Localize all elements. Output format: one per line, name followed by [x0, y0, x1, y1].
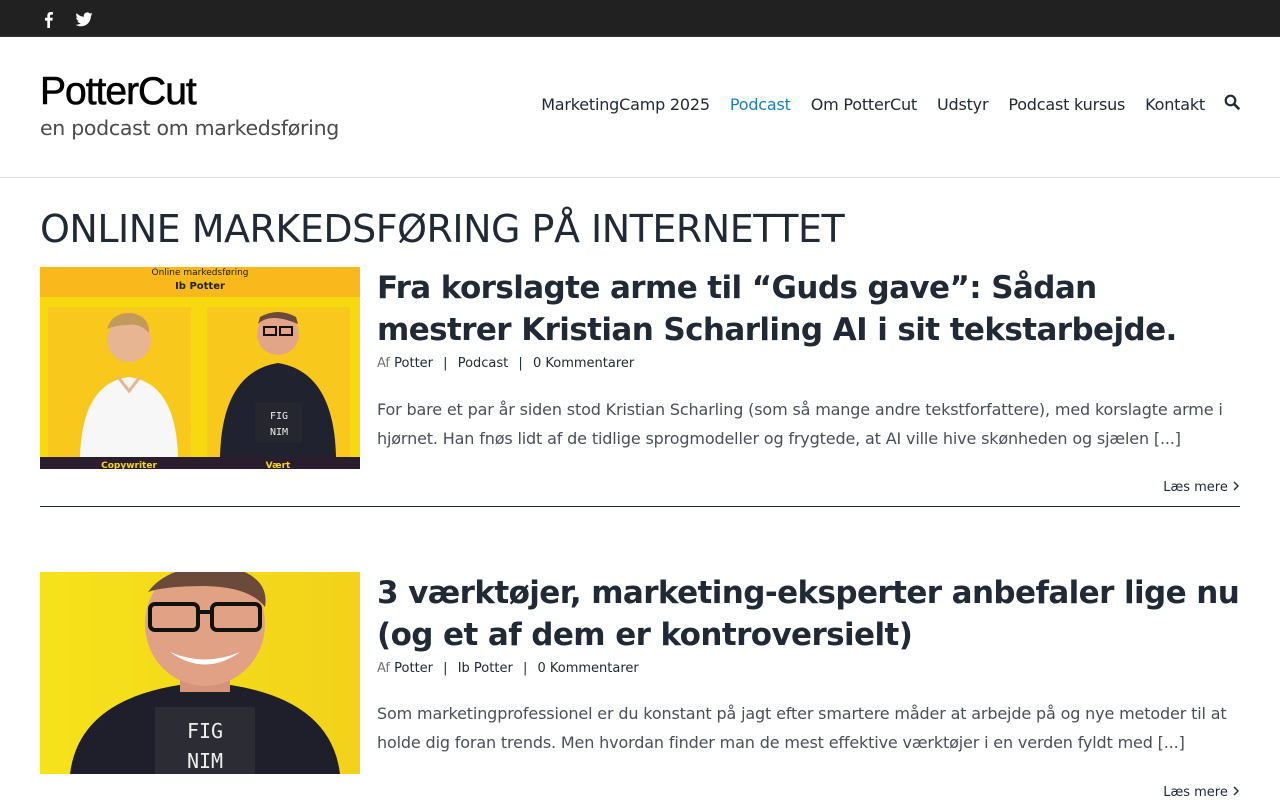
- nav-item-marketingcamp[interactable]: MarketingCamp 2025: [541, 95, 710, 114]
- facebook-icon[interactable]: [39, 10, 57, 28]
- meta-separator: |: [522, 661, 528, 676]
- post-excerpt: Som marketingprofessionel er du konstant…: [377, 704, 1227, 752]
- nav-item-podcast[interactable]: Podcast: [730, 95, 791, 114]
- thumb-shirt-text-2: NIM: [270, 427, 288, 438]
- chevron-right-icon: [1232, 785, 1240, 800]
- search-icon[interactable]: [1224, 94, 1242, 112]
- nav-item-om-pottercut[interactable]: Om PotterCut: [811, 95, 917, 114]
- meta-comments-link[interactable]: 0 Kommentarer: [537, 661, 638, 676]
- thumb-caption-right: Vært: [266, 461, 291, 469]
- meta-separator: |: [518, 356, 523, 371]
- post-title[interactable]: 3 værktøjer, marketing-eksperter anbefal…: [377, 572, 1240, 656]
- thumb-banner-text: Online markedsføring: [152, 268, 249, 278]
- thumb-shirt-text-1: FIG: [187, 719, 223, 743]
- twitter-icon[interactable]: [75, 10, 93, 28]
- post-title[interactable]: Fra korslagte arme til “Guds gave”: Såda…: [377, 267, 1240, 351]
- top-bar: [0, 0, 1280, 37]
- site-logo[interactable]: PotterCut en podcast om markedsføring: [40, 70, 350, 144]
- logo-title: PotterCut: [40, 70, 197, 113]
- thumb-shirt-text-1: FIG: [270, 411, 288, 422]
- main-nav: MarketingCamp 2025 Podcast Om PotterCut …: [521, 93, 1205, 115]
- meta-author-link[interactable]: Potter: [394, 661, 433, 676]
- meta-by-label: Af: [377, 356, 391, 371]
- read-more-label: Læs mere: [1163, 480, 1228, 495]
- post-meta: Af Potter | Ib Potter | 0 Kommentarer: [377, 661, 639, 676]
- post-thumbnail[interactable]: Online markedsføring Ib Potter FIG NIM C…: [40, 267, 360, 469]
- nav-item-kontakt[interactable]: Kontakt: [1145, 95, 1205, 114]
- thumb-name-text: Ib Potter: [175, 281, 225, 292]
- page-title: ONLINE MARKEDSFØRING PÅ INTERNETTET: [40, 207, 845, 251]
- nav-item-podcast-kursus[interactable]: Podcast kursus: [1008, 95, 1125, 114]
- post-meta: Af Potter | Podcast | 0 Kommentarer: [377, 356, 634, 371]
- meta-separator: |: [443, 356, 448, 371]
- meta-category-link[interactable]: Podcast: [458, 356, 509, 371]
- logo-subtitle: en podcast om markedsføring: [40, 116, 339, 140]
- nav-item-udstyr[interactable]: Udstyr: [937, 95, 989, 114]
- site-header: PotterCut en podcast om markedsføring Ma…: [0, 37, 1280, 178]
- post-thumbnail[interactable]: FIG NIM: [40, 572, 360, 774]
- chevron-right-icon: [1232, 480, 1240, 495]
- meta-by-label: Af: [377, 661, 391, 676]
- post-divider: [40, 506, 1240, 507]
- read-more-label: Læs mere: [1163, 785, 1228, 800]
- read-more-link[interactable]: Læs mere: [1163, 480, 1240, 495]
- meta-comments-link[interactable]: 0 Kommentarer: [533, 356, 634, 371]
- meta-separator: |: [443, 661, 448, 676]
- read-more-link[interactable]: Læs mere: [1163, 785, 1240, 800]
- post-excerpt: For bare et par år siden stod Kristian S…: [377, 400, 1223, 448]
- thumb-caption-left: Copywriter: [101, 461, 157, 469]
- meta-category-link[interactable]: Ib Potter: [458, 661, 513, 676]
- meta-author-link[interactable]: Potter: [394, 356, 433, 371]
- thumb-shirt-text-2: NIM: [187, 749, 223, 773]
